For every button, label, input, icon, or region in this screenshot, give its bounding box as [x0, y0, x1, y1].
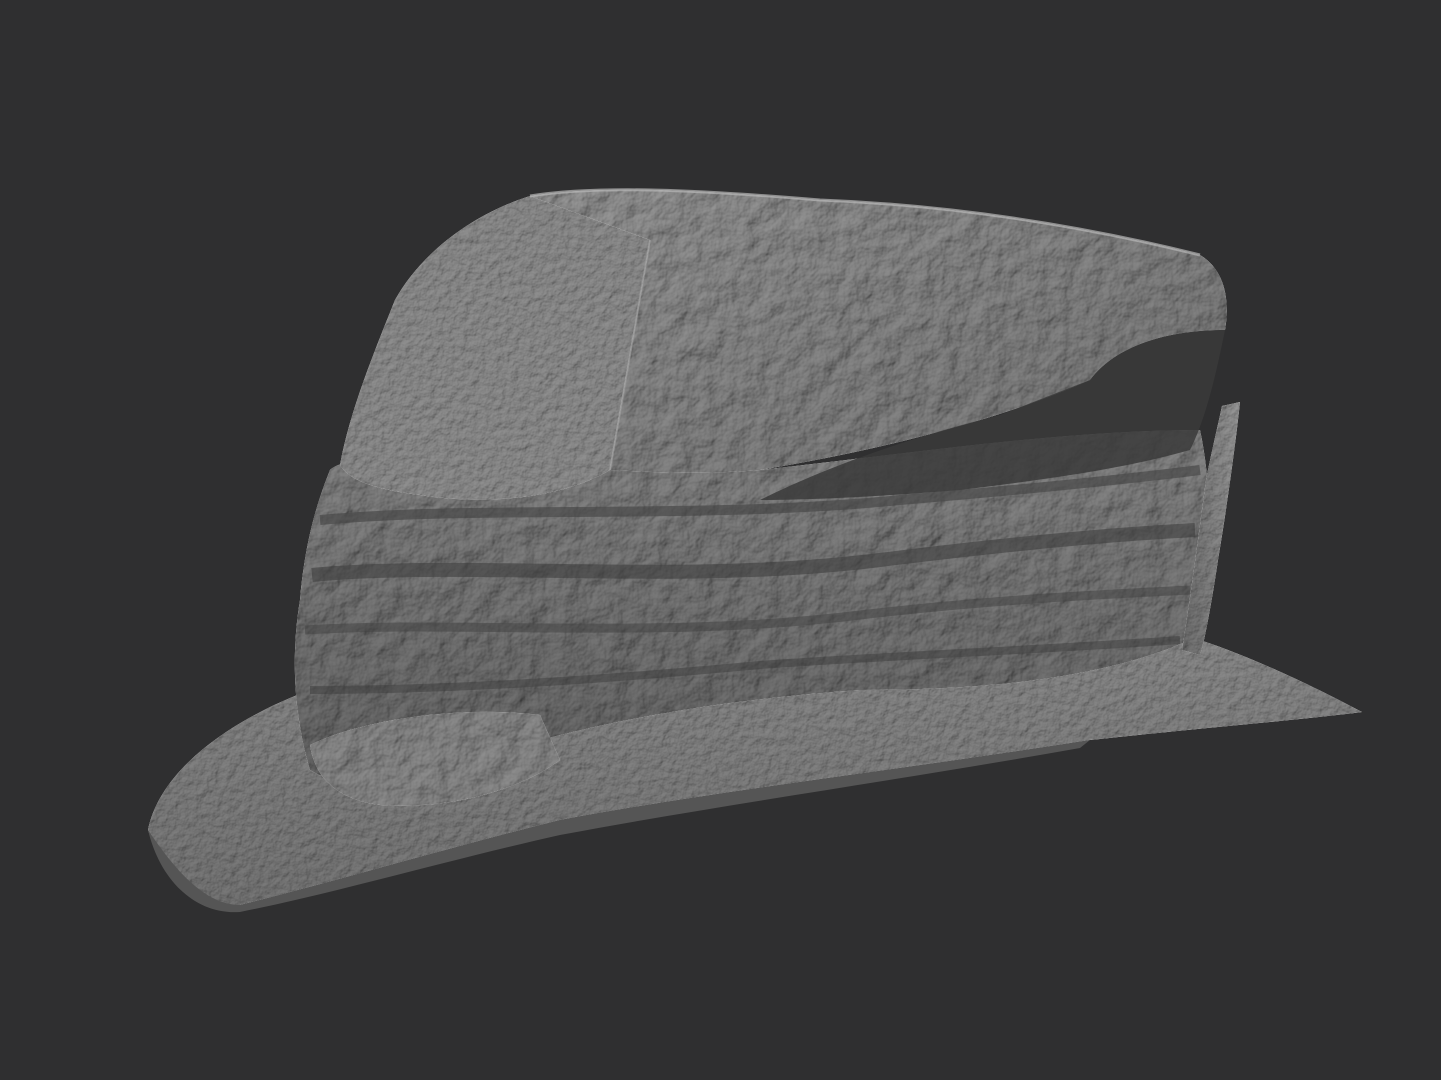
rock-top-block	[340, 188, 1227, 500]
rock-model-render	[148, 188, 1362, 913]
viewport-canvas[interactable]	[0, 0, 1441, 1080]
